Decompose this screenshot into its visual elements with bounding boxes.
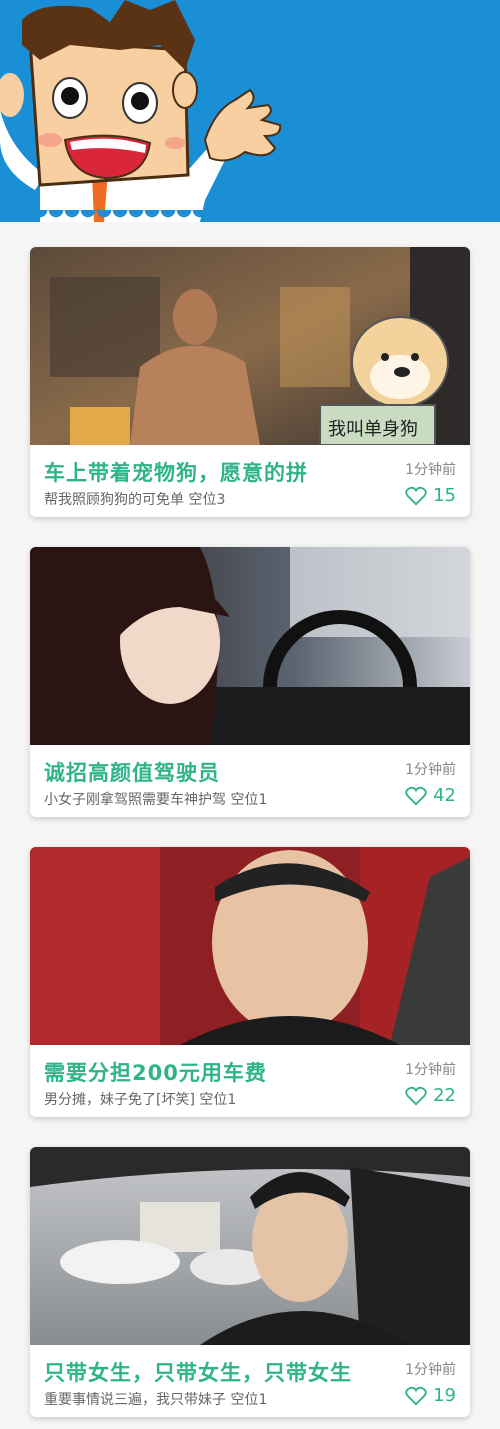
like-count: 15 <box>433 485 456 506</box>
card-title: 诚招高颜值驾驶员 <box>44 761 220 785</box>
ride-card[interactable]: 需要分担200元用车费 1分钟前 男分摊，妹子免了[坏笑] 空位1 22 <box>30 847 470 1117</box>
card-subtitle: 男分摊，妹子免了[坏笑] 空位1 <box>44 1092 237 1108</box>
card-time: 1分钟前 <box>405 462 456 478</box>
like-button[interactable]: 15 <box>405 485 456 506</box>
card-title: 需要分担200元用车费 <box>44 1061 267 1085</box>
card-time: 1分钟前 <box>405 762 456 778</box>
like-button[interactable]: 19 <box>405 1385 456 1406</box>
like-button[interactable]: 42 <box>405 785 456 806</box>
ride-card[interactable]: 我叫单身狗 车上带着宠物狗，愿意的拼 1分钟前 帮我照顾狗狗的可免单 空位3 1… <box>30 247 470 517</box>
card-photo <box>30 1147 470 1345</box>
card-title: 车上带着宠物狗，愿意的拼 <box>44 461 308 485</box>
card-title: 只带女生，只带女生，只带女生 <box>44 1361 352 1385</box>
card-photo <box>30 547 470 745</box>
header-scallop-edge <box>0 210 500 222</box>
ride-card[interactable]: 诚招高颜值驾驶员 1分钟前 小女子刚拿驾照需要车神护驾 空位1 42 <box>30 547 470 817</box>
ride-card[interactable]: 只带女生，只带女生，只带女生 1分钟前 重要事情说三遍，我只带妹子 空位1 19 <box>30 1147 470 1417</box>
card-time: 1分钟前 <box>405 1062 456 1078</box>
card-subtitle: 重要事情说三遍，我只带妹子 空位1 <box>44 1392 268 1408</box>
card-time: 1分钟前 <box>405 1362 456 1378</box>
heart-outline-icon <box>405 486 427 505</box>
card-photo: 我叫单身狗 <box>30 247 470 445</box>
like-count: 42 <box>433 785 456 806</box>
card-photo <box>30 847 470 1045</box>
sign-text: 我叫单身狗 <box>328 419 418 440</box>
like-count: 19 <box>433 1385 456 1406</box>
card-subtitle: 帮我照顾狗狗的可免单 空位3 <box>44 492 226 508</box>
heart-outline-icon <box>405 1086 427 1105</box>
heart-outline-icon <box>405 1386 427 1405</box>
like-button[interactable]: 22 <box>405 1085 456 1106</box>
header-banner <box>0 0 500 222</box>
card-subtitle: 小女子刚拿驾照需要车神护驾 空位1 <box>44 792 268 808</box>
heart-outline-icon <box>405 786 427 805</box>
like-count: 22 <box>433 1085 456 1106</box>
mascot-illustration <box>0 0 282 222</box>
